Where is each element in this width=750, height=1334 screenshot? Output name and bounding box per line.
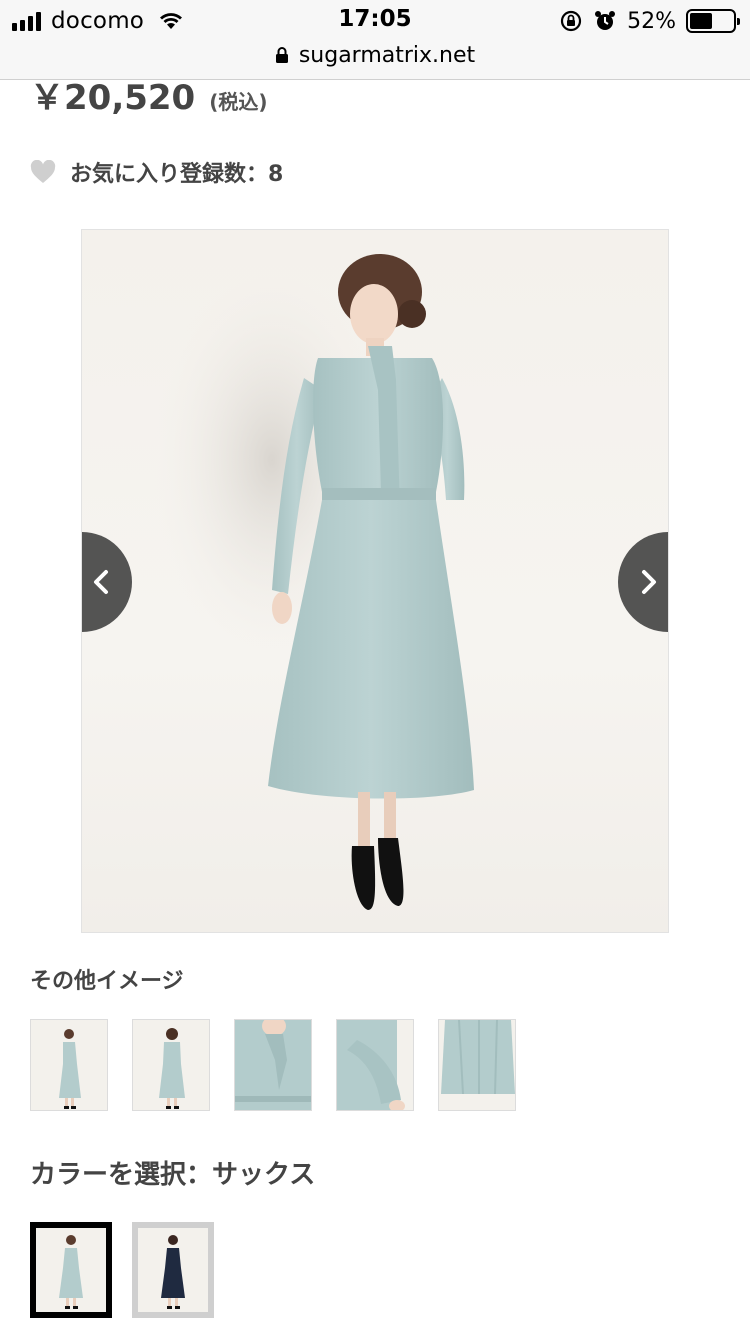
chevron-right-icon	[642, 570, 656, 594]
color-select-title: カラーを選択：サックス	[30, 1160, 316, 1190]
tax-note: (税込)	[209, 90, 268, 114]
product-main-image[interactable]	[81, 229, 669, 933]
thumbnail-front[interactable]	[30, 1019, 108, 1111]
lock-icon	[275, 47, 288, 63]
model-photo	[152, 254, 474, 910]
address-bar[interactable]: sugarmatrix.net	[0, 40, 750, 70]
product-price: ￥20,520	[30, 78, 196, 118]
thumbnail-sleeve[interactable]	[336, 1019, 414, 1111]
battery-icon	[686, 9, 740, 33]
heart-icon	[30, 160, 56, 183]
thumbnail-back[interactable]	[132, 1019, 210, 1111]
color-swatch-navy[interactable]	[132, 1222, 214, 1318]
favorite-count-label: お気に入り登録数：8	[70, 162, 284, 187]
url-text: sugarmatrix.net	[298, 42, 476, 68]
other-images-title: その他イメージ	[30, 969, 184, 994]
thumbnail-skirt[interactable]	[438, 1019, 516, 1111]
status-bar: docomo 17:05 52% sugarmatrix.net	[0, 0, 750, 80]
thumbnail-collar[interactable]	[234, 1019, 312, 1111]
color-swatch-list	[30, 1222, 214, 1318]
status-icons: 52%	[559, 7, 740, 35]
rotation-lock-icon	[560, 10, 582, 32]
alarm-icon	[595, 11, 616, 30]
color-swatch-sax[interactable]	[30, 1222, 112, 1318]
thumbnail-list	[30, 1019, 516, 1111]
chevron-left-icon	[94, 570, 108, 594]
favorite-count[interactable]: お気に入り登録数：8	[30, 155, 283, 189]
price-row: ￥20,520 (税込)	[30, 70, 268, 118]
battery-percent: 52%	[627, 8, 676, 34]
